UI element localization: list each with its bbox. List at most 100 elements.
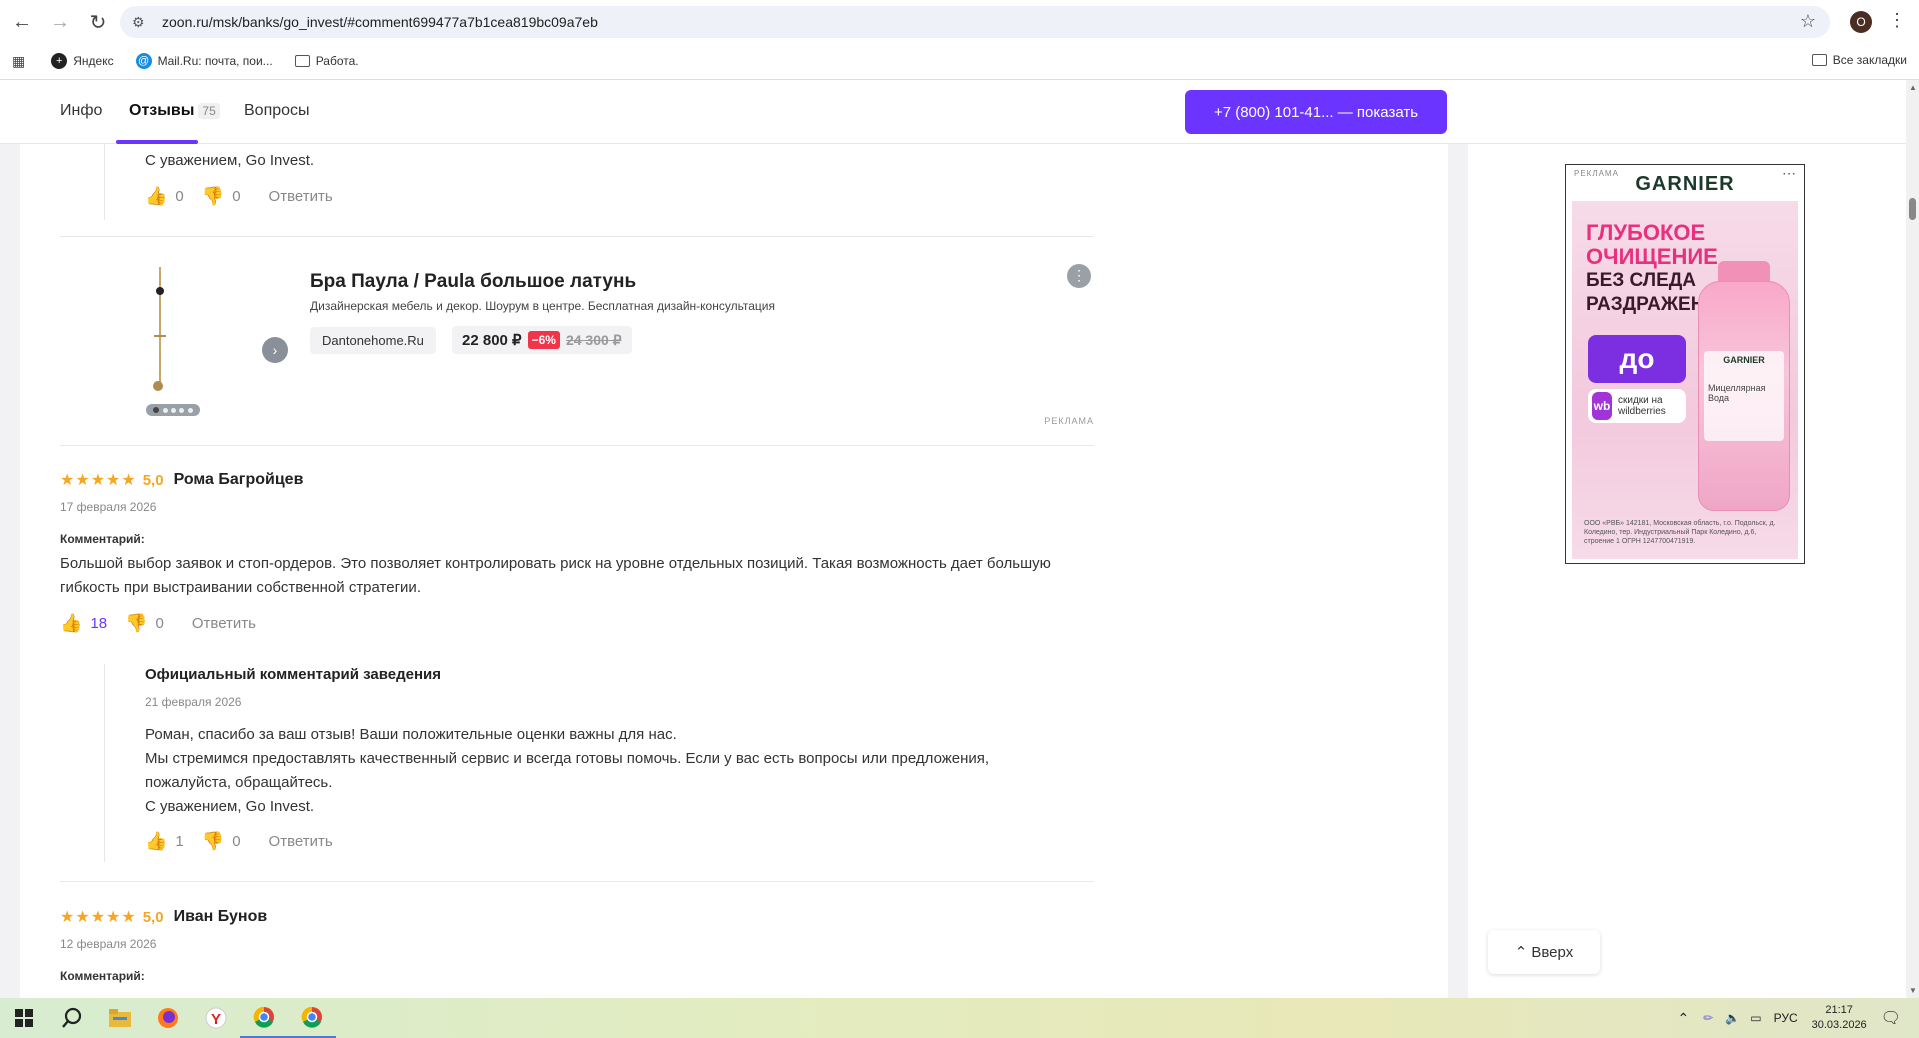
chrome-icon[interactable]: [240, 998, 288, 1038]
star-rating-icon: ★★★★★: [60, 472, 137, 489]
folder-icon: [1811, 54, 1827, 66]
scroll-up-arrow-icon[interactable]: ▲: [1909, 83, 1917, 92]
dislike-icon[interactable]: 👎: [125, 613, 147, 634]
browser-menu-icon[interactable]: ⋮: [1888, 10, 1906, 31]
like-icon[interactable]: 👍: [60, 613, 82, 634]
pen-icon[interactable]: ✏: [1703, 1011, 1713, 1025]
ad-label: РЕКЛАМА: [1044, 416, 1094, 426]
firefox-icon[interactable]: [144, 998, 192, 1038]
bookmarks-bar: ▦ + Яндекс @ Mail.Ru: почта, пои... Рабо…: [0, 46, 1919, 76]
like-icon[interactable]: 👍: [145, 186, 167, 207]
bottle-label: GARNIER Мицеллярная Вода: [1704, 351, 1784, 441]
reply-link[interactable]: Ответить: [192, 615, 256, 632]
ad-price-chip: 22 800 ₽ −6% 24 300 ₽: [452, 326, 632, 354]
profile-avatar[interactable]: O: [1850, 11, 1872, 33]
chrome-profile-icon[interactable]: [288, 998, 336, 1038]
product-ad[interactable]: › Бра Паула / Paula большое латунь Дизай…: [60, 237, 1094, 445]
yandex-icon: +: [51, 53, 68, 69]
review-card: ★★★★★ 5,0 Рома Багройцев 17 февраля 2026…: [60, 470, 1100, 634]
bookmark-yandex[interactable]: + Яндекс: [51, 53, 114, 69]
notifications-icon[interactable]: 🗨: [1881, 1008, 1901, 1028]
ad-price: 22 800 ₽: [462, 332, 522, 349]
review-divider: [60, 445, 1094, 446]
bookmark-star-icon[interactable]: ☆: [1800, 11, 1816, 32]
ad-discount-badge: −6%: [527, 331, 560, 349]
language-indicator[interactable]: РУС: [1774, 1011, 1798, 1025]
network-icon[interactable]: ▭: [1750, 1011, 1761, 1025]
search-icon[interactable]: [48, 998, 96, 1038]
review-header: ★★★★★ 5,0 Иван Бунов: [60, 907, 1100, 927]
reply-link[interactable]: Ответить: [269, 833, 333, 850]
official-reply-reactions: 👍 1 👎 0 Ответить: [145, 831, 1065, 852]
comment-label: Комментарий:: [60, 969, 145, 983]
volume-icon[interactable]: 🔈: [1725, 1011, 1740, 1025]
scroll-to-top-button[interactable]: ⌃ Вверх: [1488, 930, 1600, 974]
garnier-banner-ad[interactable]: РЕКЛАМА ⋯ GARNIER ГЛУБОКОЕ ОЧИЩЕНИЕ БЕЗ …: [1565, 164, 1805, 564]
next-image-arrow-icon[interactable]: ›: [262, 337, 288, 363]
scrollbar-thumb[interactable]: [1909, 198, 1916, 220]
dislike-count: 0: [155, 615, 164, 632]
rating-value: 5,0: [142, 908, 164, 926]
show-phone-button[interactable]: +7 (800) 101-41... — показать: [1185, 90, 1447, 134]
bookmark-label: Mail.Ru: почта, пои...: [157, 54, 273, 68]
clock[interactable]: 21:17 30.03.2026: [1812, 1003, 1867, 1033]
dislike-icon[interactable]: 👎: [202, 831, 224, 852]
ad-shop-chip[interactable]: Dantonehome.Ru: [310, 327, 436, 354]
like-count: 18: [90, 615, 108, 632]
wildberries-icon: wb: [1592, 392, 1612, 420]
prev-reply-reactions: 👍 0 👎 0 Ответить: [145, 186, 333, 207]
address-bar[interactable]: ⚙ zoon.ru/msk/banks/go_invest/#comment69…: [120, 6, 1830, 38]
official-reply-line-3: С уважением, Go Invest.: [145, 798, 315, 815]
ad-title[interactable]: Бра Паула / Paula большое латунь: [310, 271, 636, 293]
clock-time: 21:17: [1825, 1004, 1853, 1016]
active-tab-indicator: [116, 140, 198, 144]
chevron-up-icon[interactable]: ⌃: [1678, 1010, 1690, 1027]
ad-more-icon[interactable]: ⋮: [1067, 264, 1091, 288]
bottle-brand: GARNIER: [1723, 355, 1765, 365]
review-date: 17 февраля 2026: [60, 500, 157, 514]
banner-discount: до 40%: [1588, 335, 1686, 422]
yandex-browser-icon[interactable]: Y: [192, 998, 240, 1038]
official-reply-line-1: Роман, спасибо за ваш отзыв! Ваши положи…: [145, 726, 677, 743]
apps-grid-icon[interactable]: ▦: [12, 53, 25, 70]
clock-date: 30.03.2026: [1811, 1019, 1867, 1031]
bookmark-work-folder[interactable]: Работа.: [294, 54, 359, 68]
page-viewport: Инфо Отзывы 75 Вопросы +7 (800) 101-41...…: [0, 80, 1906, 998]
banner-wb-text: скидки на wildberries: [1618, 395, 1666, 417]
official-reply-line-2: Мы стремимся предоставлять качественный …: [145, 750, 990, 791]
image-pagination[interactable]: [146, 404, 200, 416]
review-text: Большой выбор заявок и стоп-ордеров. Это…: [60, 555, 1051, 596]
page-scrollbar[interactable]: ▲ ▼: [1906, 80, 1919, 998]
dislike-icon[interactable]: 👎: [202, 186, 224, 207]
reply-link[interactable]: Ответить: [269, 188, 333, 205]
tab-reviews[interactable]: Отзывы 75: [129, 102, 220, 120]
back-icon[interactable]: ←: [6, 6, 38, 38]
file-explorer-icon[interactable]: [96, 998, 144, 1038]
banner-image: ГЛУБОКОЕ ОЧИЩЕНИЕ БЕЗ СЛЕДА РАЗДРАЖЕНИЯ …: [1572, 201, 1798, 559]
tab-questions[interactable]: Вопросы: [244, 102, 310, 120]
dislike-count: 0: [232, 188, 241, 205]
forward-icon[interactable]: →: [44, 6, 76, 38]
url-text: zoon.ru/msk/banks/go_invest/#comment6994…: [162, 14, 598, 30]
scroll-down-arrow-icon[interactable]: ▼: [1909, 986, 1917, 995]
site-settings-icon[interactable]: ⚙: [132, 14, 162, 31]
sticky-tabs-bar: Инфо Отзывы 75 Вопросы +7 (800) 101-41...…: [0, 80, 1906, 144]
reload-icon[interactable]: ↻: [82, 6, 114, 38]
bookmark-mailru[interactable]: @ Mail.Ru: почта, пои...: [135, 53, 273, 69]
review-author[interactable]: Иван Бунов: [174, 908, 268, 926]
review-author[interactable]: Рома Багройцев: [174, 471, 304, 489]
bottle-text: Мицеллярная Вода: [1708, 383, 1766, 403]
like-icon[interactable]: 👍: [145, 831, 167, 852]
review-card: ★★★★★ 5,0 Иван Бунов 12 февраля 2026 Ком…: [60, 907, 1100, 983]
review-reactions: 👍 18 👎 0 Ответить: [60, 613, 1100, 634]
banner-legal-text: ООО «РВБ» 142181, Московская область, г.…: [1584, 520, 1776, 545]
chevron-up-icon: ⌃: [1514, 944, 1528, 961]
all-bookmarks[interactable]: Все закладки: [1811, 53, 1907, 67]
banner-brand-logo: GARNIER: [1635, 173, 1735, 195]
windows-start-icon[interactable]: [0, 998, 48, 1038]
rating-value: 5,0: [142, 471, 164, 489]
browser-chrome: ← → ↻ ⚙ zoon.ru/msk/banks/go_invest/#com…: [0, 0, 1919, 80]
all-bookmarks-label: Все закладки: [1832, 53, 1907, 67]
tab-info[interactable]: Инфо: [60, 102, 102, 120]
star-rating-icon: ★★★★★: [60, 909, 137, 926]
